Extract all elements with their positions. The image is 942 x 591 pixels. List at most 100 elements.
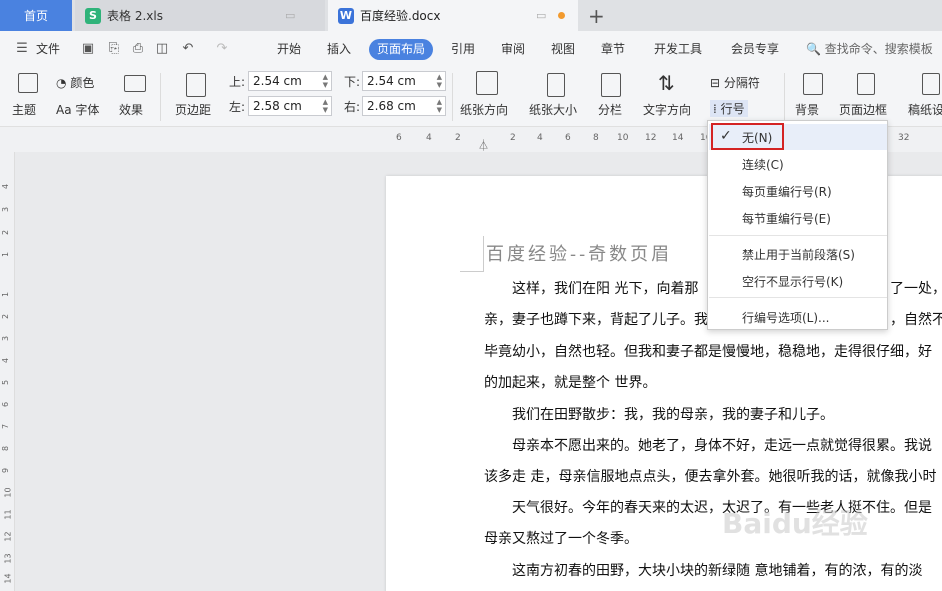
breaks-label: 分隔符 [723,76,760,90]
print-icon[interactable]: ⎙ [130,41,146,57]
tab-xls-label: 表格 2.xls [107,9,163,23]
page-header[interactable]: 百度经验--奇数页眉 [486,240,672,266]
menu-divider [709,297,887,298]
menu-item-chapter[interactable]: 章节 [601,31,625,67]
spinner-icon[interactable]: ▲ ▼ [323,98,328,114]
background-button[interactable]: 背景 [795,101,819,118]
breaks-button[interactable]: ⊟ 分隔符 [710,74,760,91]
doc-line[interactable]: 的加起来，就是整个 世界。 [484,372,656,392]
doc-line[interactable]: 这南方初春的田野，大块小块的新绿随 意地铺着，有的浓，有的淡 [484,560,922,580]
redo-icon[interactable]: ↷ [214,41,230,57]
command-search[interactable]: 🔍 查找命令、搜索模板 [806,40,933,57]
doc-line-tail[interactable]: 了一处， [890,278,942,298]
menu-item-review[interactable]: 审阅 [501,31,525,67]
tab-doc[interactable]: W 百度经验.docx ▭ [328,0,578,31]
doc-line[interactable]: 该多走 走，母亲信服地点点头，便去拿外套。她很听我的话，就像我小时 [484,466,936,486]
save-icon[interactable]: ▣ [80,41,96,57]
text-direction-button[interactable]: 文字方向 [643,101,691,118]
paper-size-icon[interactable] [547,73,565,97]
vertical-ruler[interactable]: 4 3 2 1 1 2 3 4 5 6 7 8 9 10 11 12 13 14 [0,152,15,591]
ruler-tick: 12 [645,133,657,143]
window-icon[interactable]: ▭ [285,9,295,22]
effect-button[interactable]: 效果 [119,101,143,118]
doc-line[interactable]: 毕竟幼小，自然也轻。但我和妻子都是慢慢地，稳稳地，走得很仔细，好 [484,341,932,361]
export-icon[interactable]: ⎘ [106,41,122,57]
menu-item-suppress-paragraph[interactable]: 禁止用于当前段落(S) [742,246,855,263]
doc-line[interactable]: 我们在田野散步：我，我的母亲，我的妻子和儿子。 [484,404,834,424]
ruler-tick: 3 [1,206,11,213]
tab-doc-label: 百度经验.docx [360,9,441,23]
doc-line[interactable]: 母亲本不愿出来的。她老了，身体不好，走远一点就觉得很累。我说 [484,435,932,455]
columns-icon[interactable] [601,73,621,97]
window-icon[interactable]: ▭ [536,9,546,22]
spreadsheet-icon: S [85,7,101,24]
orientation-icon[interactable] [476,71,498,95]
ruler-tick: 8 [593,133,599,143]
color-label: 颜色 [70,76,95,90]
new-tab-button[interactable]: + [588,4,605,28]
doc-line-tail[interactable]: ，自然不 [890,309,942,329]
menu-item-references[interactable]: 引用 [451,31,475,67]
draft-paper-icon[interactable] [922,73,940,95]
menu-item-restart-page[interactable]: 每页重编行号(R) [742,183,832,200]
page-border-icon[interactable] [857,73,875,95]
menu-bar: ☰ 文件 ▣ ⎘ ⎙ ◫ ↶ ↷ 开始 插入 页面布局 引用 审阅 视图 章节 … [0,31,942,67]
preview-icon[interactable]: ◫ [154,41,170,57]
menu-item-continuous[interactable]: 连续(C) [742,156,784,173]
paper-size-button[interactable]: 纸张大小 [529,101,577,118]
ruler-tick: 8 [1,445,11,452]
hamburger-icon[interactable]: ☰ [14,41,30,57]
indent-marker-icon[interactable]: ⏃ [478,137,489,153]
spinner-icon[interactable]: ▲ ▼ [437,73,442,89]
menu-item-line-numbering-options[interactable]: 行编号选项(L)... [742,309,830,326]
menu-item-developer[interactable]: 开发工具 [654,31,702,67]
breaks-icon: ⊟ [710,76,721,90]
spinner-icon[interactable]: ▲ ▼ [323,73,328,89]
margins-icon[interactable] [186,73,206,97]
menu-item-none[interactable]: 无(N) [742,129,772,146]
text-direction-icon[interactable]: ⇅ [658,71,675,95]
menu-item-member[interactable]: 会员专享 [731,31,779,67]
columns-button[interactable]: 分栏 [598,101,622,118]
theme-icon[interactable] [18,73,38,93]
palette-icon: ◔ [56,76,67,90]
background-icon[interactable] [803,73,823,95]
tab-xls[interactable]: S 表格 2.xls ▭ [75,0,325,31]
line-numbers-button[interactable]: ⁞ 行号 [710,100,748,117]
margins-button[interactable]: 页边距 [175,101,211,118]
line-numbers-icon: ⁞ [713,102,717,116]
menu-item-page-layout[interactable]: 页面布局 [369,39,434,60]
undo-icon[interactable]: ↶ [180,41,196,57]
line-numbers-label: 行号 [720,102,745,116]
menu-item-insert[interactable]: 插入 [327,31,351,67]
color-button[interactable]: ◔ 颜色 [56,74,94,91]
ruler-tick: 14 [672,133,684,143]
top-margin-field[interactable]: 2.54 cm ▲ ▼ [248,71,332,91]
bottom-margin-field[interactable]: 2.54 cm ▲ ▼ [362,71,446,91]
page-border-button[interactable]: 页面边框 [839,101,887,118]
doc-line[interactable]: 这样，我们在阳 光下，向着那 [484,278,698,298]
left-margin-value: 2.58 cm [253,99,302,113]
right-margin-label: 右: [344,100,361,114]
right-margin-field[interactable]: 2.68 cm ▲ ▼ [362,96,446,116]
ruler-tick: 10 [617,133,629,143]
left-margin-field[interactable]: 2.58 cm ▲ ▼ [248,96,332,116]
ruler-tick: 4 [426,133,432,143]
tab-home[interactable]: 首页 [0,0,72,31]
ruler-tick: 10 [3,487,13,498]
font-button[interactable]: Aa 字体 [56,101,99,118]
doc-line[interactable]: 亲，妻子也蹲下来，背起了儿子。我 [484,309,708,329]
menu-item-view[interactable]: 视图 [551,31,575,67]
draft-paper-button[interactable]: 稿纸设 [908,101,942,118]
line-numbers-menu: ✓ 无(N) 连续(C) 每页重编行号(R) 每节重编行号(E) 禁止用于当前段… [707,120,888,330]
file-menu[interactable]: 文件 [36,31,60,67]
menu-item-hide-blank-lines[interactable]: 空行不显示行号(K) [742,273,843,290]
doc-line[interactable]: 母亲又熬过了一个冬季。 [484,528,638,548]
menu-item-start[interactable]: 开始 [277,31,301,67]
menu-item-restart-section[interactable]: 每节重编行号(E) [742,210,831,227]
effect-icon[interactable] [124,75,146,92]
ruler-tick: 4 [1,183,11,190]
orientation-button[interactable]: 纸张方向 [460,101,508,118]
theme-button[interactable]: 主题 [12,101,36,118]
spinner-icon[interactable]: ▲ ▼ [437,98,442,114]
